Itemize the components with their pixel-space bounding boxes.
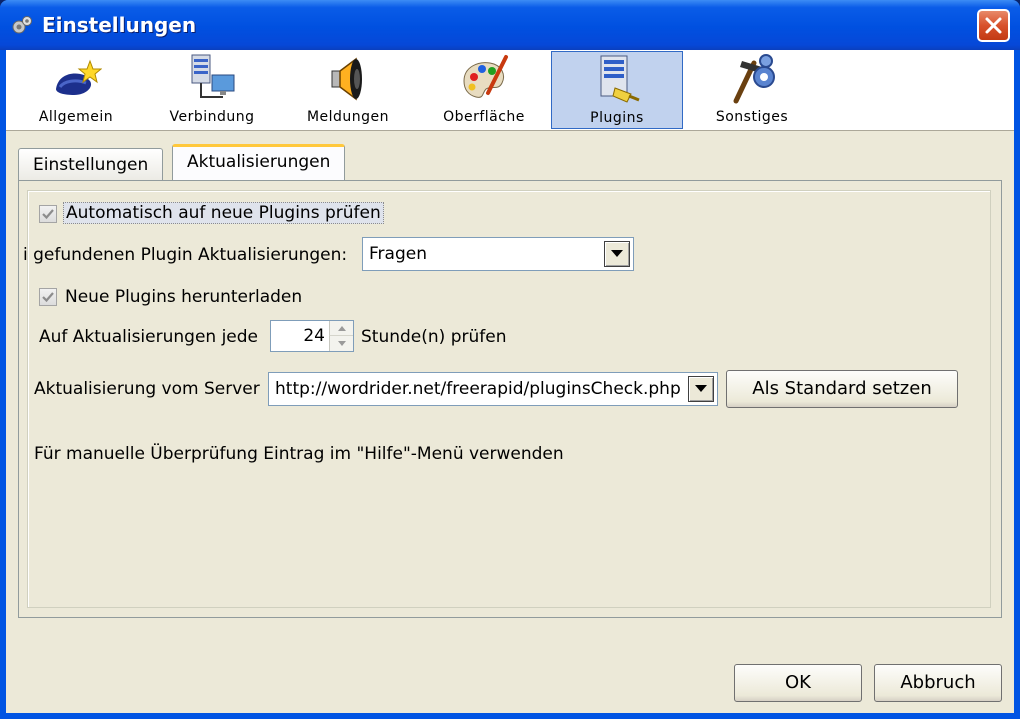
auto-check-checkbox[interactable] bbox=[39, 205, 57, 223]
toolbar-item-meldungen[interactable]: Meldungen bbox=[282, 51, 414, 129]
dialog-client: Allgemein Verbindung Meldungen Oberfläch… bbox=[6, 50, 1014, 713]
chevron-down-icon bbox=[695, 385, 707, 392]
spin-up-button[interactable] bbox=[329, 321, 353, 336]
title-bar[interactable]: Einstellungen bbox=[0, 0, 1020, 50]
connection-icon bbox=[191, 54, 235, 98]
server-value: http://wordrider.net/freerapid/pluginsCh… bbox=[275, 379, 681, 399]
general-icon bbox=[56, 59, 102, 95]
checkmark-icon bbox=[42, 209, 54, 220]
toolbar-label-sonstiges: Sonstiges bbox=[715, 109, 789, 125]
checkmark-icon bbox=[42, 292, 54, 303]
ok-button[interactable]: OK bbox=[734, 664, 862, 702]
tab-panel-aktualisierungen: Automatisch auf neue Plugins prüfen i ge… bbox=[18, 180, 1002, 618]
toolbar-label-allgemein: Allgemein bbox=[38, 109, 114, 125]
manual-check-hint: Für manuelle Überprüfung Eintrag im "Hil… bbox=[34, 444, 564, 464]
spin-down-button[interactable] bbox=[329, 336, 353, 351]
toolbar-item-allgemein[interactable]: Allgemein bbox=[10, 51, 142, 129]
toolbar-item-sonstiges[interactable]: Sonstiges bbox=[686, 51, 818, 129]
server-label: Aktualisierung vom Server bbox=[34, 379, 260, 399]
settings-window: Einstellungen Allgemein Verbindung Meldu… bbox=[0, 0, 1020, 719]
tools-icon bbox=[733, 54, 775, 104]
toolbar-item-verbindung[interactable]: Verbindung bbox=[146, 51, 278, 129]
category-toolbar: Allgemein Verbindung Meldungen Oberfläch… bbox=[6, 50, 1014, 131]
toolbar-label-oberflaeche: Oberfläche bbox=[443, 109, 525, 125]
window-title: Einstellungen bbox=[42, 13, 197, 37]
toolbar-label-plugins: Plugins bbox=[590, 110, 644, 126]
toolbar-item-plugins[interactable]: Plugins bbox=[551, 51, 683, 129]
gears-icon bbox=[12, 16, 32, 34]
palette-icon bbox=[463, 55, 508, 98]
interval-spinner[interactable]: 24 bbox=[270, 320, 354, 352]
chevron-down-icon bbox=[338, 341, 346, 346]
plugins-icon bbox=[600, 55, 640, 103]
tab-einstellungen[interactable]: Einstellungen bbox=[18, 148, 164, 180]
speaker-icon bbox=[331, 57, 362, 101]
chevron-up-icon bbox=[338, 326, 346, 331]
download-new-checkbox[interactable] bbox=[39, 288, 57, 306]
tab-aktualisierungen[interactable]: Aktualisierungen bbox=[172, 144, 346, 180]
on-found-value: Fragen bbox=[369, 244, 427, 264]
dropdown-button[interactable] bbox=[604, 241, 630, 267]
toolbar-label-verbindung: Verbindung bbox=[169, 109, 255, 125]
on-found-label: i gefundenen Plugin Aktualisierungen: bbox=[23, 245, 348, 265]
close-icon bbox=[985, 17, 1002, 34]
download-new-label[interactable]: Neue Plugins herunterladen bbox=[65, 287, 302, 307]
set-default-button[interactable]: Als Standard setzen bbox=[726, 370, 958, 408]
interval-unit-label: Stunde(n) prüfen bbox=[361, 327, 507, 347]
on-found-select[interactable]: Fragen bbox=[362, 237, 634, 271]
toolbar-item-oberflaeche[interactable]: Oberfläche bbox=[418, 51, 550, 129]
toolbar-label-meldungen: Meldungen bbox=[306, 109, 390, 125]
dropdown-button[interactable] bbox=[688, 376, 714, 402]
server-select[interactable]: http://wordrider.net/freerapid/pluginsCh… bbox=[268, 372, 718, 406]
interval-label: Auf Aktualisierungen jede bbox=[39, 327, 259, 347]
interval-value: 24 bbox=[303, 326, 325, 346]
cancel-button[interactable]: Abbruch bbox=[874, 664, 1002, 702]
chevron-down-icon bbox=[611, 250, 623, 257]
close-button[interactable] bbox=[977, 9, 1010, 42]
auto-check-label[interactable]: Automatisch auf neue Plugins prüfen bbox=[63, 202, 384, 224]
